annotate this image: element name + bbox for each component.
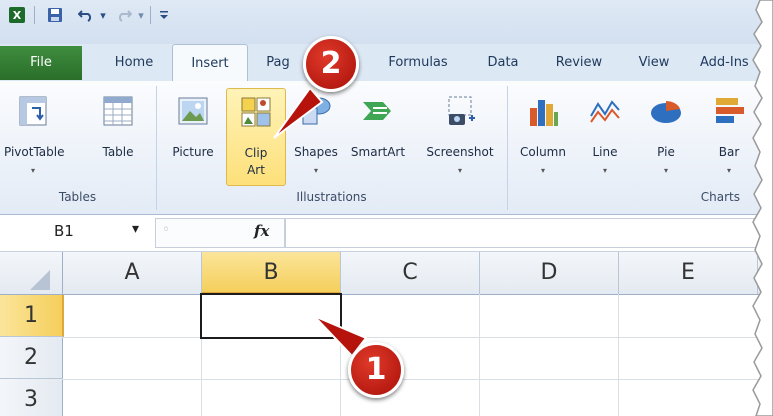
svg-text:X: X xyxy=(13,9,22,22)
tab-home[interactable]: Home xyxy=(104,50,164,76)
group-separator xyxy=(507,86,508,210)
smartart-icon xyxy=(363,102,391,120)
screenshot-button[interactable]: Screenshot ▾ xyxy=(418,88,502,186)
torn-edge-decoration xyxy=(752,0,773,416)
column-header-a[interactable]: A xyxy=(63,252,202,294)
excel-icon[interactable]: X xyxy=(6,6,28,24)
tab-formulas[interactable]: Formulas xyxy=(376,50,460,76)
group-label-tables: Tables xyxy=(58,190,97,204)
callout-badge-2: 2 xyxy=(303,36,359,92)
picture-label: Picture xyxy=(172,145,214,159)
chevron-down-icon: ▾ xyxy=(313,166,318,175)
gridline xyxy=(618,294,619,416)
tab-view[interactable]: View xyxy=(626,50,682,76)
pivottable-icon xyxy=(19,96,47,126)
name-box-value: B1 xyxy=(54,222,74,240)
bar-chart-icon xyxy=(716,98,744,123)
callout-badge-1: 1 xyxy=(348,342,404,398)
clipart-label-line2: Art xyxy=(247,163,265,177)
pie-label: Pie xyxy=(657,145,675,159)
tab-data[interactable]: Data xyxy=(478,50,528,76)
gridline xyxy=(62,379,773,380)
picture-button[interactable]: Picture xyxy=(164,88,222,186)
column-header-b[interactable]: B xyxy=(202,252,341,294)
picture-icon xyxy=(178,97,208,125)
excel-window: X ▾ ▾ File Home Insert Pag Formulas Data… xyxy=(0,0,773,416)
pie-chart-button[interactable]: Pie ▾ xyxy=(638,88,694,186)
toolbar-separator xyxy=(34,6,35,24)
line-chart-icon xyxy=(590,100,620,123)
column-label: Column xyxy=(520,145,566,159)
group-label-charts: Charts xyxy=(700,190,740,204)
redo-icon[interactable] xyxy=(114,6,134,24)
row-header-2[interactable]: 2 xyxy=(0,337,63,379)
chevron-down-icon: ▾ xyxy=(663,166,668,175)
row-header-1[interactable]: 1 xyxy=(0,295,64,337)
fx-area: ◦ fx xyxy=(155,218,285,248)
table-button[interactable]: Table xyxy=(94,88,142,186)
undo-icon[interactable] xyxy=(76,6,96,24)
pivottable-button[interactable]: PivotTable ▾ xyxy=(4,88,65,186)
chevron-down-icon: ▾ xyxy=(540,166,545,175)
toolbar-separator xyxy=(150,6,151,24)
name-box-dropdown-icon[interactable]: ▾ xyxy=(132,221,139,237)
select-all-button[interactable] xyxy=(0,252,63,294)
column-chart-icon xyxy=(530,100,558,126)
screenshot-label: Screenshot xyxy=(426,145,494,159)
tab-review[interactable]: Review xyxy=(546,50,612,76)
chevron-down-icon: ▾ xyxy=(30,166,35,175)
save-icon[interactable] xyxy=(44,6,66,24)
resize-handle-icon[interactable]: ◦ xyxy=(162,222,170,238)
undo-dropdown-icon[interactable]: ▾ xyxy=(97,6,109,24)
pivottable-label: PivotTable xyxy=(4,145,65,159)
cell-a1[interactable] xyxy=(63,295,201,337)
customize-dropdown-icon[interactable] xyxy=(156,6,172,24)
column-header-c[interactable]: C xyxy=(341,252,480,294)
row-header-3[interactable]: 3 xyxy=(0,379,63,416)
screenshot-icon xyxy=(448,96,475,125)
table-label: Table xyxy=(102,145,134,159)
column-chart-button[interactable]: Column ▾ xyxy=(512,88,574,186)
name-box[interactable]: B1 ▾ xyxy=(0,218,150,246)
pie-chart-icon xyxy=(651,101,681,123)
quick-access-toolbar: X ▾ ▾ xyxy=(0,0,773,44)
line-label: Line xyxy=(592,145,618,159)
insert-function-button[interactable]: fx xyxy=(254,222,269,240)
tab-file[interactable]: File xyxy=(0,46,82,80)
gridline xyxy=(479,294,480,416)
column-header-d[interactable]: D xyxy=(480,252,619,294)
column-header-e[interactable]: E xyxy=(619,252,758,294)
formula-input[interactable] xyxy=(285,218,773,248)
line-chart-button[interactable]: Line ▾ xyxy=(580,88,630,186)
tab-insert[interactable]: Insert xyxy=(172,44,248,83)
table-icon xyxy=(103,96,133,126)
chevron-down-icon: ▾ xyxy=(457,166,462,175)
redo-dropdown-icon[interactable]: ▾ xyxy=(135,6,147,24)
chevron-down-icon: ▾ xyxy=(602,166,607,175)
gridline xyxy=(62,337,773,338)
group-label-illustrations: Illustrations xyxy=(296,190,367,204)
